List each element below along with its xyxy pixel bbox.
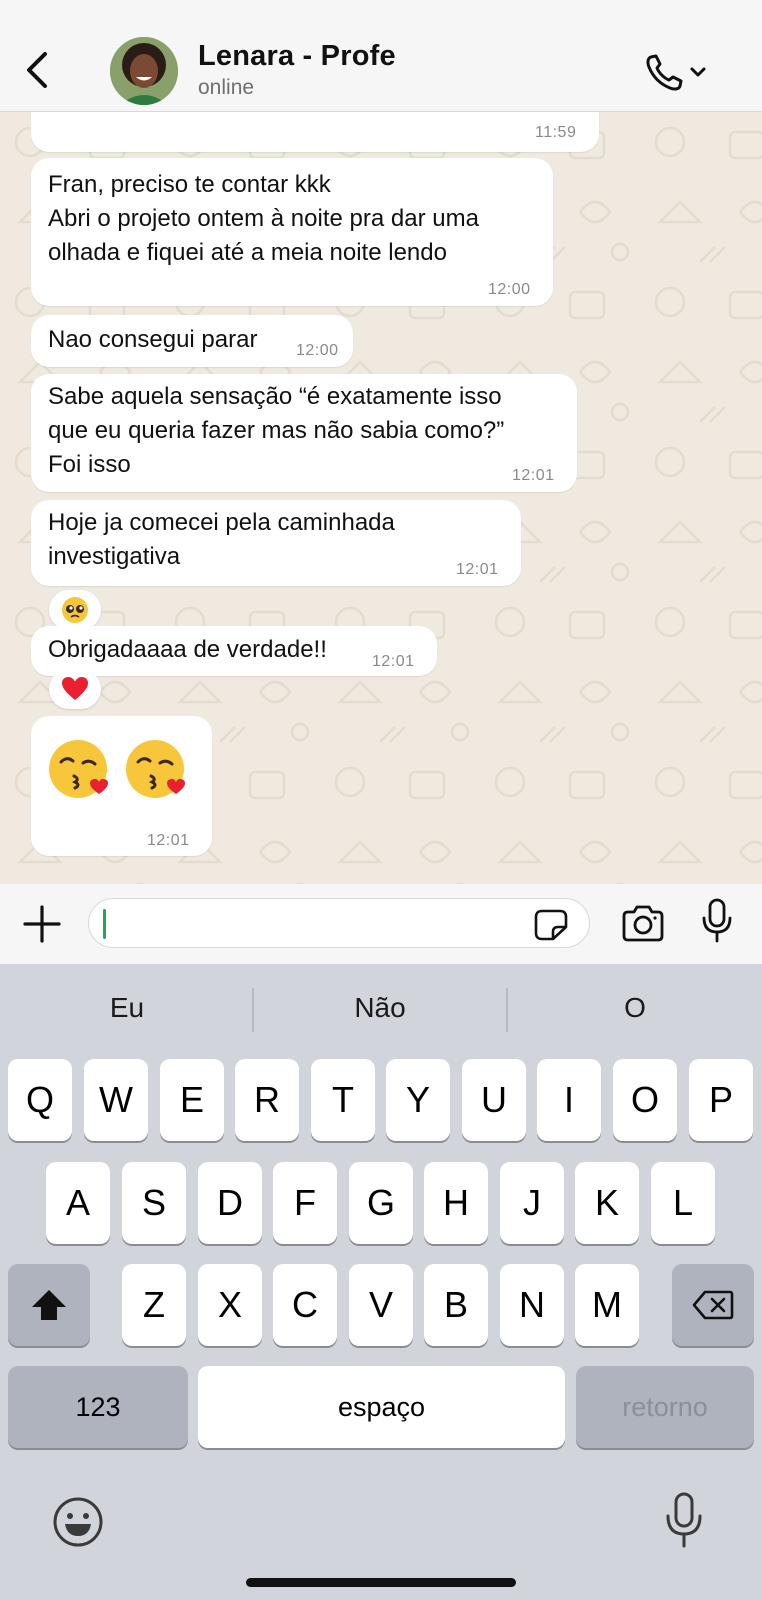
predictive-bar: Eu Não O <box>0 964 762 1056</box>
sticker-button[interactable] <box>534 909 568 941</box>
message-text: Obrigadaaaa de verdade!! <box>48 636 327 663</box>
key-b[interactable]: B <box>424 1264 488 1346</box>
message-bubble[interactable]: Fran, preciso te contar kkk Abri o proje… <box>31 158 553 306</box>
chat-header: Lenara - Profe online <box>0 0 762 112</box>
key-l[interactable]: L <box>651 1162 715 1244</box>
return-key-label: retorno <box>622 1391 708 1422</box>
phone-icon <box>646 54 706 91</box>
backspace-icon <box>692 1290 734 1320</box>
shift-key[interactable] <box>8 1264 90 1346</box>
red-heart-icon <box>62 677 88 700</box>
message-time: 12:01 <box>372 653 415 670</box>
return-key[interactable]: retorno <box>576 1366 754 1448</box>
key-r[interactable]: R <box>235 1059 299 1141</box>
camera-button[interactable] <box>620 904 666 944</box>
microphone-icon <box>702 898 732 943</box>
key-s[interactable]: S <box>122 1162 186 1244</box>
key-k[interactable]: K <box>575 1162 639 1244</box>
key-f[interactable]: F <box>273 1162 337 1244</box>
message-input[interactable] <box>88 898 590 948</box>
composer-bar <box>0 884 762 964</box>
emoji-keyboard-button[interactable] <box>52 1496 104 1548</box>
keyboard: Eu Não O Q W E R T Y U I O P A S D F G H… <box>0 964 762 1600</box>
suggestion-divider <box>252 988 254 1032</box>
message-time: 12:01 <box>456 561 499 578</box>
key-v[interactable]: V <box>349 1264 413 1346</box>
key-d[interactable]: D <box>198 1162 262 1244</box>
key-i[interactable]: I <box>537 1059 601 1141</box>
key-p[interactable]: P <box>689 1059 753 1141</box>
contact-status: online <box>198 76 255 99</box>
key-y[interactable]: Y <box>386 1059 450 1141</box>
space-key[interactable]: espaço <box>198 1366 565 1448</box>
key-m[interactable]: M <box>575 1264 639 1346</box>
key-n[interactable]: N <box>500 1264 564 1346</box>
message-reaction[interactable] <box>49 669 101 709</box>
back-button[interactable] <box>20 48 54 92</box>
chevron-left-icon <box>27 52 47 88</box>
home-indicator[interactable] <box>246 1578 516 1587</box>
message-text: Sabe aquela sensação “é exatamente isso … <box>48 383 505 478</box>
message-bubble[interactable]: Nao consegui parar 12:00 <box>31 315 353 367</box>
suggestion-item[interactable]: Eu <box>2 992 252 1024</box>
message-time: 12:00 <box>488 281 531 298</box>
contact-name[interactable]: Lenara - Profe <box>198 40 396 73</box>
suggestion-divider <box>506 988 508 1032</box>
message-reaction[interactable] <box>49 590 101 630</box>
kissing-heart-face-icon <box>126 740 185 798</box>
attach-button[interactable] <box>22 904 62 944</box>
message-text: Hoje ja comecei pela caminhada investiga… <box>48 509 395 570</box>
voice-message-button[interactable] <box>700 898 734 944</box>
microphone-icon <box>666 1492 702 1548</box>
message-time: 12:01 <box>147 832 190 849</box>
chat-area[interactable]: 11:59 Fran, preciso te contar kkk Abri o… <box>0 112 762 884</box>
key-e[interactable]: E <box>160 1059 224 1141</box>
key-w[interactable]: W <box>84 1059 148 1141</box>
key-o[interactable]: O <box>613 1059 677 1141</box>
key-a[interactable]: A <box>46 1162 110 1244</box>
suggestion-item[interactable]: O <box>510 992 760 1024</box>
camera-icon <box>622 905 664 942</box>
numbers-key[interactable]: 123 <box>8 1366 188 1448</box>
key-q[interactable]: Q <box>8 1059 72 1141</box>
suggestion-item[interactable]: Não <box>255 992 505 1024</box>
key-x[interactable]: X <box>198 1264 262 1346</box>
message-text: Fran, preciso te contar kkk Abri o proje… <box>48 171 479 266</box>
message-time: 12:01 <box>512 467 555 484</box>
key-u[interactable]: U <box>462 1059 526 1141</box>
message-time: 12:00 <box>296 342 339 359</box>
key-g[interactable]: G <box>349 1162 413 1244</box>
call-button[interactable] <box>644 50 714 94</box>
message-bubble[interactable]: 12:01 <box>31 716 212 856</box>
space-key-label: espaço <box>337 1391 426 1422</box>
numbers-key-label: 123 <box>75 1391 121 1422</box>
key-z[interactable]: Z <box>122 1264 186 1346</box>
key-h[interactable]: H <box>424 1162 488 1244</box>
plus-icon <box>23 905 61 943</box>
message-bubble[interactable]: Hoje ja comecei pela caminhada investiga… <box>31 500 521 586</box>
sticker-icon <box>534 909 568 941</box>
pleading-face-icon <box>62 597 88 623</box>
kissing-heart-face-icon <box>49 740 108 798</box>
key-j[interactable]: J <box>500 1162 564 1244</box>
emoji-face-icon <box>53 1497 103 1547</box>
message-bubble[interactable]: Sabe aquela sensação “é exatamente isso … <box>31 374 577 492</box>
message-time: 11:59 <box>535 124 577 141</box>
message-text: Nao consegui parar <box>48 326 258 353</box>
dictation-button[interactable] <box>664 1492 704 1550</box>
text-cursor <box>103 909 106 939</box>
key-t[interactable]: T <box>311 1059 375 1141</box>
message-bubble[interactable]: Obrigadaaaa de verdade!! 12:01 <box>31 626 437 676</box>
key-c[interactable]: C <box>273 1264 337 1346</box>
shift-arrow-icon <box>32 1290 66 1320</box>
avatar[interactable] <box>110 37 178 105</box>
backspace-key[interactable] <box>672 1264 754 1346</box>
message-bubble[interactable]: 11:59 <box>31 112 599 152</box>
